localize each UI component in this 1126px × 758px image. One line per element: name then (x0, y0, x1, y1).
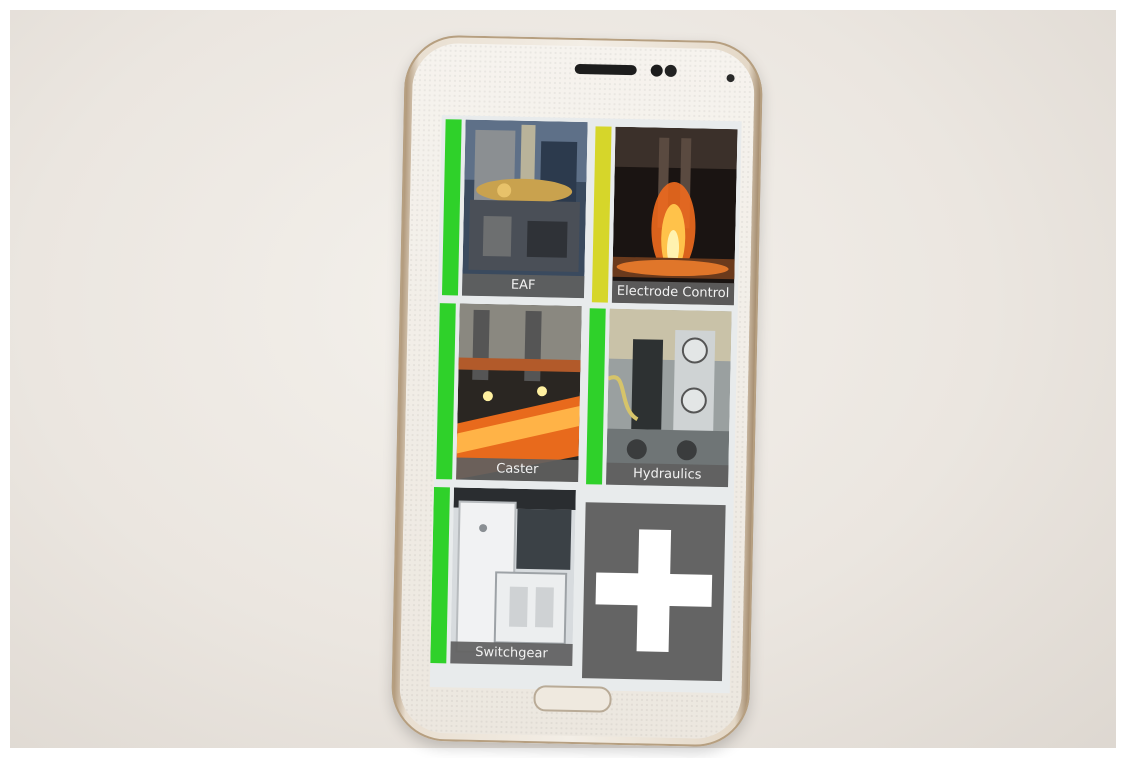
app-screen: EAF Electrode Control Caster Hydraulics … (429, 115, 742, 694)
status-indicator (430, 487, 450, 664)
tile-label: EAF (461, 273, 585, 299)
tile-caster[interactable]: Caster (436, 303, 582, 483)
status-indicator (591, 126, 612, 303)
front-camera-icon (650, 64, 663, 77)
home-button[interactable] (533, 685, 612, 713)
status-indicator (436, 303, 456, 480)
status-indicator (586, 308, 606, 485)
tile-label: Hydraulics (606, 462, 729, 488)
tile-label: Switchgear (450, 641, 573, 666)
electrode-furnace-photo (611, 126, 738, 306)
tile-label: Electrode Control (611, 280, 735, 306)
smartphone: EAF Electrode Control Caster Hydraulics … (390, 34, 764, 748)
tile-hydraulics[interactable]: Hydraulics (586, 308, 732, 488)
front-sensor-icon (664, 64, 677, 78)
tile-eaf[interactable]: EAF (441, 119, 588, 299)
tile-switchgear[interactable]: Switchgear (430, 487, 576, 666)
eaf-photo (461, 119, 588, 299)
earpiece-speaker (574, 63, 637, 76)
plus-icon (595, 572, 713, 607)
add-tile-button[interactable] (581, 502, 726, 682)
hydraulics-photo (606, 308, 732, 488)
proximity-sensor-icon (726, 74, 735, 83)
phone-front: EAF Electrode Control Caster Hydraulics … (398, 42, 756, 740)
tile-electrode-control[interactable]: Electrode Control (591, 126, 738, 306)
tile-label: Caster (456, 457, 579, 483)
caster-photo (456, 303, 582, 483)
status-indicator (441, 119, 462, 296)
switchgear-photo (450, 487, 576, 666)
